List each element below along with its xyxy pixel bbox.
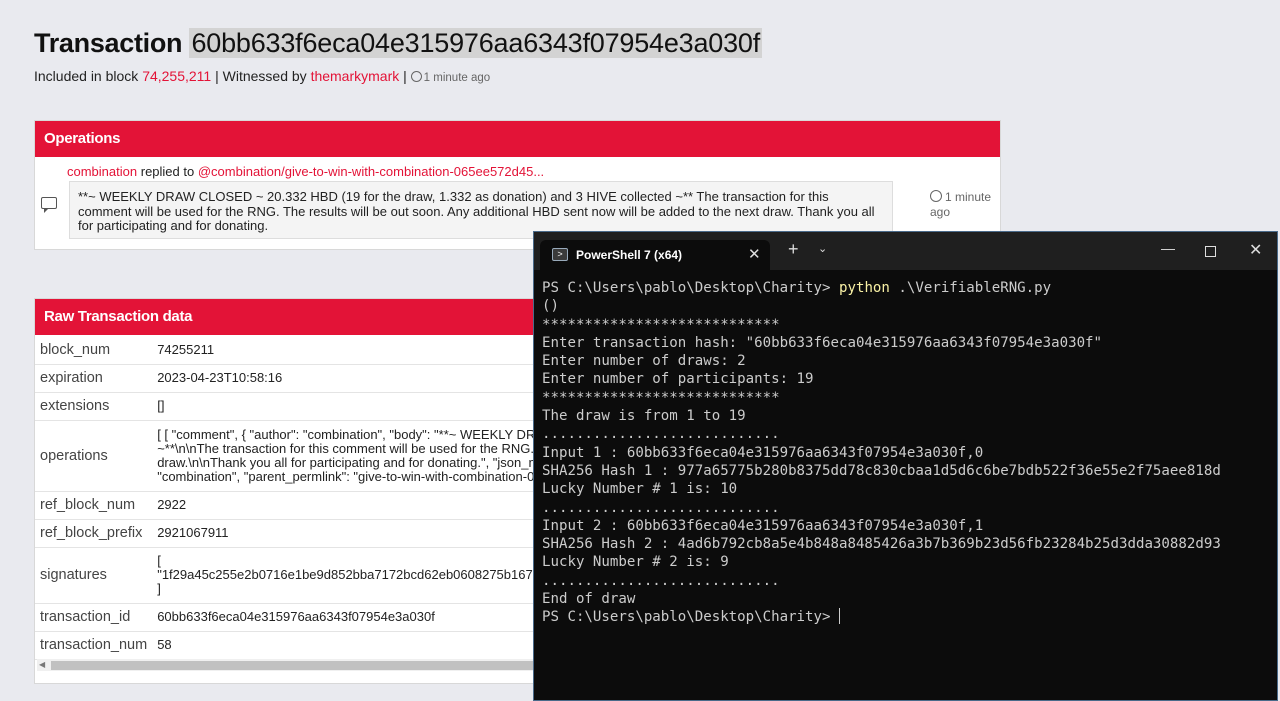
witnessed-label: | Witnessed by: [215, 68, 307, 84]
clock-icon: [410, 71, 422, 82]
meta-separator: |: [403, 68, 407, 84]
page-title: Transaction 60bb633f6eca04e315976aa6343f…: [34, 28, 763, 59]
terminal-line: Lucky Number # 2 is: 9: [542, 554, 729, 571]
terminal-line: ............................: [542, 499, 780, 516]
row-key: ref_block_num: [35, 491, 153, 520]
raw-transaction-panel: Raw Transaction data block_num 74255211 …: [34, 298, 556, 684]
row-value: 2023-04-23T10:58:16: [152, 364, 555, 393]
row-key: transaction_num: [35, 631, 153, 660]
table-row: block_num 74255211: [35, 336, 555, 365]
table-row: transaction_id 60bb633f6eca04e315976aa63…: [35, 603, 555, 632]
row-value: []: [152, 392, 555, 421]
scrollbar-thumb[interactable]: [51, 661, 551, 670]
prompt: PS C:\Users\pablo\Desktop\Charity>: [542, 609, 839, 626]
table-row: ref_block_num 2922: [35, 491, 555, 520]
table-row: transaction_num 58: [35, 631, 555, 660]
row-key: extensions: [35, 392, 153, 421]
row-value: 58: [152, 631, 555, 660]
powershell-window: > PowerShell 7 (x64) ✕ + ⌄ — ✕ PS C:\Use…: [533, 231, 1278, 701]
value-line: [ [ "comment", { "author": "combination"…: [157, 426, 555, 442]
row-key: block_num: [35, 336, 153, 365]
terminal-line: Input 1 : 60bb633f6eca04e315976aa6343f07…: [542, 444, 984, 461]
new-tab-icon[interactable]: +: [788, 240, 799, 258]
terminal-line: (): [542, 298, 559, 315]
value-line: "1f29a45c255e2b0716e1be9d852bba7172bcd62…: [157, 567, 533, 582]
terminal-line: SHA256 Hash 1 : 977a65775b280b8375dd78c8…: [542, 462, 1221, 479]
table-row: signatures [ "1f29a45c255e2b0716e1be9d85…: [35, 547, 555, 604]
tab-title: PowerShell 7 (x64): [576, 248, 683, 262]
row-key: operations: [35, 420, 153, 492]
witness-link[interactable]: themarkymark: [311, 68, 400, 84]
value-line: "combination", "parent_permlink": "give-…: [157, 468, 555, 484]
row-key: expiration: [35, 364, 153, 393]
value-line: draw.\n\nThank you all for participating…: [157, 454, 556, 470]
author-link[interactable]: combination: [67, 164, 137, 179]
operation-time: 1 minute ago: [930, 189, 1000, 220]
horizontal-scrollbar[interactable]: ◀: [37, 659, 552, 671]
terminal-output[interactable]: PS C:\Users\pablo\Desktop\Charity> pytho…: [542, 279, 1221, 627]
scroll-left-arrow-icon[interactable]: ◀: [39, 660, 45, 669]
transaction-meta: Included in block 74,255,211 | Witnessed…: [34, 68, 490, 84]
terminal-line: Lucky Number # 1 is: 10: [542, 481, 738, 498]
terminal-line: The draw is from 1 to 19: [542, 408, 746, 425]
terminal-command-line: PS C:\Users\pablo\Desktop\Charity> pytho…: [542, 279, 1221, 297]
transaction-time: 1 minute ago: [410, 71, 491, 84]
close-window-icon[interactable]: ✕: [1249, 240, 1262, 260]
terminal-line: Enter number of draws: 2: [542, 353, 746, 370]
command-arg: .\VerifiableRNG.py: [889, 280, 1052, 296]
terminal-line: ****************************: [542, 389, 780, 406]
terminal-line: Input 2 : 60bb633f6eca04e315976aa6343f07…: [542, 517, 984, 534]
row-value: [ [ "comment", { "author": "combination"…: [152, 420, 556, 492]
value-line: ~**\n\nThe transaction for this comment …: [157, 440, 555, 456]
value-line: [: [157, 553, 161, 568]
terminal-line: SHA256 Hash 2 : 4ad6b792cb8a5e4b848a8485…: [542, 536, 1221, 553]
operations-header: Operations: [35, 121, 1000, 157]
row-value: 2921067911: [152, 519, 555, 548]
maximize-icon[interactable]: [1205, 246, 1216, 257]
operation-summary: combination replied to @combination/give…: [67, 164, 544, 179]
terminal-line: ............................: [542, 426, 780, 443]
page-title-label: Transaction: [34, 28, 183, 58]
row-value: [ "1f29a45c255e2b0716e1be9d852bba7172bcd…: [152, 547, 555, 604]
table-row: expiration 2023-04-23T10:58:16: [35, 364, 555, 393]
powershell-icon: >: [552, 248, 568, 261]
close-tab-icon[interactable]: ✕: [748, 245, 761, 263]
terminal-tab[interactable]: > PowerShell 7 (x64) ✕: [540, 240, 770, 270]
terminal-line: ****************************: [542, 316, 780, 333]
terminal-final-line: PS C:\Users\pablo\Desktop\Charity>: [542, 608, 1221, 626]
window-titlebar[interactable]: > PowerShell 7 (x64) ✕ + ⌄ — ✕: [534, 232, 1277, 270]
terminal-line: ............................: [542, 572, 780, 589]
block-link[interactable]: 74,255,211: [142, 68, 211, 84]
raw-transaction-header: Raw Transaction data: [35, 299, 555, 335]
terminal-line: Enter transaction hash: "60bb633f6eca04e…: [542, 334, 1103, 351]
included-label: Included in block: [34, 68, 139, 84]
terminal-line: Enter number of participants: 19: [542, 371, 814, 388]
row-key: signatures: [35, 547, 153, 604]
table-row: ref_block_prefix 2921067911: [35, 519, 555, 548]
comment-icon: [41, 197, 57, 213]
terminal-line: End of draw: [542, 591, 636, 608]
row-value: 60bb633f6eca04e315976aa6343f07954e3a030f: [152, 603, 555, 632]
parent-link[interactable]: @combination/give-to-win-with-combinatio…: [198, 164, 544, 179]
table-row: extensions []: [35, 392, 555, 421]
value-line: ]: [157, 581, 161, 596]
row-value: 2922: [152, 491, 555, 520]
transaction-hash[interactable]: 60bb633f6eca04e315976aa6343f07954e3a030f: [189, 28, 763, 58]
text-cursor: [838, 608, 841, 625]
row-key: ref_block_prefix: [35, 519, 153, 548]
table-row: operations [ [ "comment", { "author": "c…: [35, 420, 556, 492]
row-key: transaction_id: [35, 603, 153, 632]
transaction-time-text: 1 minute ago: [423, 72, 491, 84]
row-value: 74255211: [152, 336, 555, 365]
minimize-icon[interactable]: —: [1161, 240, 1175, 256]
clock-icon: [930, 190, 942, 202]
raw-transaction-table: block_num 74255211 expiration 2023-04-23…: [35, 336, 556, 660]
chevron-down-icon[interactable]: ⌄: [818, 242, 827, 255]
command-name: python: [838, 280, 890, 296]
prompt: PS C:\Users\pablo\Desktop\Charity>: [542, 280, 839, 296]
replied-label: replied to: [140, 164, 195, 179]
